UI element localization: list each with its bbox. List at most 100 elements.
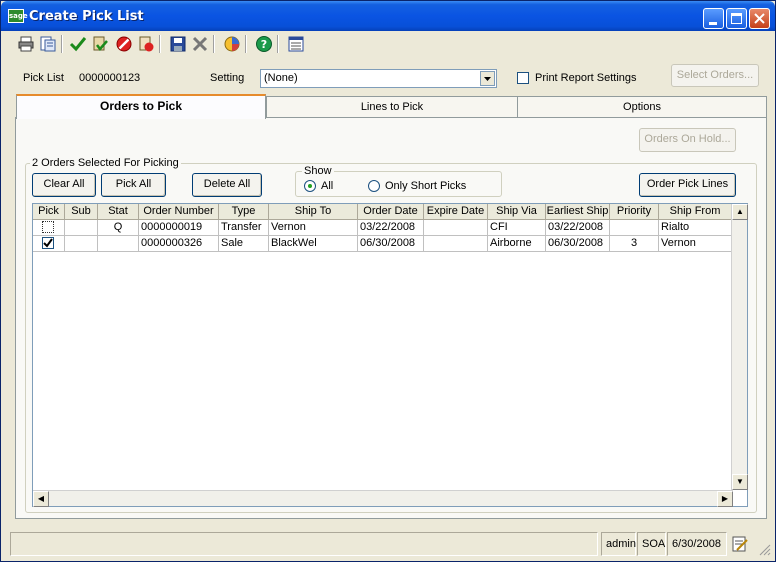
scroll-up-button[interactable]: ▲ (732, 204, 748, 220)
help-icon[interactable]: ? (255, 35, 273, 53)
order-number-cell[interactable]: 0000000326 (139, 236, 219, 252)
accept-icon[interactable] (69, 35, 87, 53)
select-orders-button[interactable]: Select Orders... (671, 64, 759, 87)
print-report-settings-label: Print Report Settings (535, 72, 637, 84)
chart-icon[interactable] (223, 35, 241, 53)
svg-text:?: ? (261, 38, 267, 51)
ship-from-cell[interactable]: Rialto (659, 220, 732, 236)
stat-cell[interactable]: Q (98, 220, 139, 236)
status-user: admin (601, 532, 636, 556)
preview-icon[interactable] (39, 35, 57, 53)
column-header-sub[interactable]: Sub (65, 204, 98, 220)
dropdown-arrow-button[interactable] (480, 71, 495, 86)
sub-cell[interactable] (65, 220, 98, 236)
column-header-ship-from[interactable]: Ship From (659, 204, 732, 220)
ship-from-cell[interactable]: Vernon (659, 236, 732, 252)
column-header-earliest-ship[interactable]: Earliest Ship (546, 204, 610, 220)
status-company: SOA (637, 532, 666, 556)
column-header-pick[interactable]: Pick (33, 204, 65, 220)
expire-date-cell[interactable] (424, 236, 488, 252)
pick-list-value: 0000000123 (79, 72, 141, 84)
scroll-left-button[interactable]: ◀ (33, 491, 49, 507)
tab-options[interactable]: Options (517, 96, 767, 118)
earliest-ship-cell[interactable]: 03/22/2008 (546, 220, 610, 236)
toolbar-separator (213, 35, 215, 53)
post-icon[interactable] (91, 35, 109, 53)
maximize-icon (731, 13, 742, 24)
save-icon[interactable] (169, 35, 187, 53)
column-header-type[interactable]: Type (219, 204, 269, 220)
orders-grid: Pick Sub Stat Order Number Type Ship To … (32, 203, 748, 507)
scroll-right-button[interactable]: ▶ (717, 491, 733, 507)
setting-dropdown[interactable]: (None) (260, 69, 497, 88)
delete-all-button[interactable]: Delete All (192, 173, 262, 197)
pick-list-label: Pick List (23, 72, 64, 84)
ship-to-cell[interactable]: Vernon (269, 220, 358, 236)
toolbar-separator (245, 35, 247, 53)
show-short-picks-radio[interactable] (368, 180, 380, 192)
column-header-stat[interactable]: Stat (98, 204, 139, 220)
window-title: Create Pick List (29, 9, 144, 24)
tab-orders-to-pick[interactable]: Orders to Pick (16, 94, 266, 119)
tab-lines-to-pick[interactable]: Lines to Pick (266, 96, 518, 118)
earliest-ship-cell[interactable]: 06/30/2008 (546, 236, 610, 252)
order-number-cell[interactable]: 0000000019 (139, 220, 219, 236)
chevron-down-icon (484, 77, 491, 81)
column-header-ship-to[interactable]: Ship To (269, 204, 358, 220)
column-header-expire-date[interactable]: Expire Date (424, 204, 488, 220)
type-cell[interactable]: Sale (219, 236, 269, 252)
print-report-settings-checkbox[interactable] (517, 72, 529, 84)
orders-on-hold-button[interactable]: Orders On Hold... (639, 128, 736, 152)
delete-icon[interactable] (137, 35, 155, 53)
column-header-order-number[interactable]: Order Number (139, 204, 219, 220)
column-header-priority[interactable]: Priority (610, 204, 659, 220)
close-icon (754, 13, 765, 24)
toolbar-separator (159, 35, 161, 53)
vertical-scrollbar[interactable]: ▲ ▼ (731, 204, 748, 490)
print-icon[interactable] (17, 35, 35, 53)
type-cell[interactable]: Transfer (219, 220, 269, 236)
resize-grip-icon[interactable] (757, 542, 771, 556)
stat-cell[interactable] (98, 236, 139, 252)
ship-via-cell[interactable]: Airborne (488, 236, 546, 252)
close-x-icon[interactable] (191, 35, 209, 53)
pick-cell[interactable] (33, 220, 65, 236)
setting-value: (None) (264, 72, 298, 84)
show-short-picks-label: Only Short Picks (385, 180, 467, 192)
title-bar[interactable]: sage Create Pick List (1, 1, 775, 31)
column-header-order-date[interactable]: Order Date (358, 204, 424, 220)
minimize-icon (709, 22, 717, 25)
pick-checkbox[interactable] (42, 221, 54, 233)
pick-all-button[interactable]: Pick All (101, 173, 166, 197)
order-pick-lines-button[interactable]: Order Pick Lines (639, 173, 736, 197)
ship-to-cell[interactable]: BlackWel (269, 236, 358, 252)
toolbar: ? (7, 32, 771, 56)
clear-all-button[interactable]: Clear All (32, 173, 96, 197)
close-window-button[interactable] (749, 8, 770, 29)
orders-group-title: 2 Orders Selected For Picking (30, 157, 181, 169)
order-date-cell[interactable]: 03/22/2008 (358, 220, 424, 236)
scroll-down-button[interactable]: ▼ (732, 474, 748, 490)
status-date: 6/30/2008 (667, 532, 727, 556)
notes-icon[interactable] (731, 535, 749, 553)
minimize-button[interactable] (703, 8, 724, 29)
expire-date-cell[interactable] (424, 220, 488, 236)
priority-cell[interactable] (610, 220, 659, 236)
maximize-button[interactable] (726, 8, 747, 29)
show-all-radio[interactable] (304, 180, 316, 192)
sub-cell[interactable] (65, 236, 98, 252)
order-date-cell[interactable]: 06/30/2008 (358, 236, 424, 252)
status-message-panel (10, 532, 598, 556)
cancel-icon[interactable] (115, 35, 133, 53)
ship-via-cell[interactable]: CFI (488, 220, 546, 236)
setting-label: Setting (210, 72, 245, 84)
pick-cell[interactable] (33, 236, 65, 252)
settings-icon[interactable] (287, 35, 305, 53)
status-bar: admin SOA 6/30/2008 (1, 530, 775, 561)
priority-cell[interactable]: 3 (610, 236, 659, 252)
create-pick-list-window: sage Create Pick List ? Pick List 000000… (0, 0, 776, 562)
horizontal-scrollbar[interactable]: ◀ ▶ (33, 490, 733, 507)
checkmark-icon (43, 238, 53, 248)
column-header-ship-via[interactable]: Ship Via (488, 204, 546, 220)
pick-checkbox[interactable] (42, 237, 54, 249)
